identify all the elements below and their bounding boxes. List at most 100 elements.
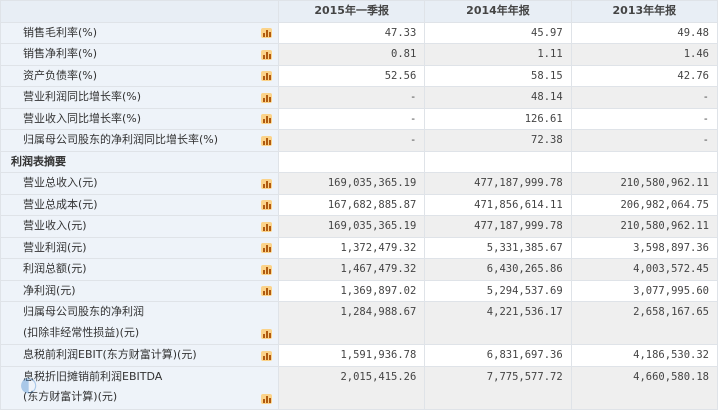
value-cell: 169,035,365.19 bbox=[277, 215, 426, 238]
bar-chart-icon[interactable] bbox=[261, 329, 272, 339]
bar-chart-icon[interactable] bbox=[261, 286, 272, 296]
table-row: 利润总额(元) 1,467,479.32 6,430,265.86 4,003,572… bbox=[0, 258, 719, 281]
row-label-text-2: (扣除非经常性损益)(元) bbox=[23, 325, 140, 339]
table-row: 息税前利润EBIT(东方财富计算)(元) 1,591,936.78 6,831,69… bbox=[0, 344, 719, 367]
bar-chart-icon[interactable] bbox=[261, 92, 272, 103]
section-row: 利润表摘要 bbox=[0, 150, 719, 173]
table-row: 资产负债率(%) 52.56 58.15 42.76 bbox=[0, 64, 719, 87]
value-cell: 6,831,697.36 bbox=[424, 344, 572, 367]
value-cell: 42.76 bbox=[570, 64, 719, 87]
value-cell: - bbox=[570, 107, 719, 130]
row-label: 利润总额(元) bbox=[0, 258, 279, 281]
bar-chart-icon[interactable] bbox=[261, 221, 272, 232]
row-label-text: 营业收入同比增长率(%) bbox=[23, 111, 142, 125]
row-label-text: 归属母公司股东的净利润同比增长率(%) bbox=[23, 133, 219, 146]
table-row: 营业收入同比增长率(%) -126.61- bbox=[0, 107, 719, 130]
value-cell: 4,221,536.17 bbox=[424, 301, 572, 345]
value-cell: 1.46 bbox=[570, 43, 719, 66]
row-label-text: 营业收入(元) bbox=[23, 219, 87, 232]
row-label: 营业总收入(元) bbox=[0, 172, 279, 195]
row-label-text: 净利润(元) bbox=[23, 283, 76, 297]
row-label-text: 资产负债率(%) bbox=[23, 68, 98, 82]
row-label: 归属母公司股东的净利润同比增长率(%) bbox=[0, 129, 279, 152]
value-cell: - bbox=[570, 86, 719, 109]
value-cell: 206,982,064.75 bbox=[570, 193, 719, 216]
bar-chart-icon[interactable] bbox=[261, 393, 272, 404]
value-cell: 169,035,365.19 bbox=[277, 172, 426, 195]
header-col: 2014年年报 bbox=[424, 0, 572, 23]
row-label-text-2: (东方财富计算)(元) bbox=[23, 390, 118, 403]
bar-chart-icon[interactable] bbox=[261, 264, 272, 275]
row-label: 归属母公司股东的净利润 (扣除非经常性损益)(元) bbox=[0, 301, 279, 345]
value-cell: 5,331,385.67 bbox=[424, 236, 572, 259]
row-label-text: 销售净利率(%) bbox=[23, 47, 98, 60]
bar-chart-icon[interactable] bbox=[261, 28, 272, 38]
bar-chart-icon[interactable] bbox=[261, 178, 272, 189]
value-cell: 7,775,577.72 bbox=[424, 365, 572, 410]
value-cell: - bbox=[277, 129, 426, 152]
row-label-text: 营业利润同比增长率(%) bbox=[23, 90, 142, 103]
row-label: 销售净利率(%) bbox=[0, 43, 279, 66]
bar-chart-icon[interactable] bbox=[261, 135, 272, 146]
value-cell: 3,598,897.36 bbox=[570, 236, 719, 259]
table-row: 营业收入(元) 169,035,365.19 477,187,999.78 210,5… bbox=[0, 215, 719, 238]
bar-chart-icon[interactable] bbox=[261, 200, 272, 210]
value-cell: 3,077,995.60 bbox=[570, 279, 719, 302]
value-cell: 52.56 bbox=[277, 64, 426, 87]
value-cell: - bbox=[570, 129, 719, 152]
table-row: 净利润(元) 1,369,897.02 5,294,537.69 3,077,995.… bbox=[0, 279, 719, 302]
row-label-text: 利润总额(元) bbox=[23, 262, 87, 275]
value-cell: 2,658,167.65 bbox=[570, 301, 719, 345]
value-cell: 0.81 bbox=[277, 43, 426, 66]
table-row: 营业总收入(元) 169,035,365.19 477,187,999.78 210,… bbox=[0, 172, 719, 195]
header-row: 2015年一季报 2014年年报 2013年年报 bbox=[0, 0, 719, 23]
bar-chart-icon[interactable] bbox=[261, 350, 272, 361]
table-row: 营业利润同比增长率(%) -48.14- bbox=[0, 86, 719, 109]
value-cell: 1,369,897.02 bbox=[277, 279, 426, 302]
row-label: 营业收入(元) bbox=[0, 215, 279, 238]
table-row: 息税折旧摊销前利润EBITDA (东方财富计算)(元) 2,015,415.26 7,… bbox=[0, 365, 719, 410]
table-row: 营业总成本(元) 167,682,885.87 471,856,614.11 206,… bbox=[0, 193, 719, 216]
bar-chart-icon[interactable] bbox=[261, 49, 272, 60]
value-cell: 126.61 bbox=[424, 107, 572, 130]
value-cell: - bbox=[277, 86, 426, 109]
bar-chart-icon[interactable] bbox=[261, 114, 272, 124]
table-row: 营业利润(元) 1,372,479.32 5,331,385.67 3,598,897… bbox=[0, 236, 719, 259]
row-label: 息税前利润EBIT(东方财富计算)(元) bbox=[0, 344, 279, 367]
value-cell: 4,660,580.18 bbox=[570, 365, 719, 410]
value-cell: 45.97 bbox=[424, 21, 572, 44]
header-label bbox=[0, 0, 279, 23]
section-title: 利润表摘要 bbox=[0, 150, 279, 173]
value-cell: 6,430,265.86 bbox=[424, 258, 572, 281]
value-cell: 2,015,415.26 bbox=[277, 365, 426, 410]
value-cell: 47.33 bbox=[277, 21, 426, 44]
bar-chart-icon[interactable] bbox=[261, 71, 272, 81]
table-row: 归属母公司股东的净利润同比增长率(%) -72.38- bbox=[0, 129, 719, 152]
bar-chart-icon[interactable] bbox=[261, 243, 272, 253]
value-cell: 471,856,614.11 bbox=[424, 193, 572, 216]
row-label-text: 归属母公司股东的净利润 bbox=[23, 305, 144, 318]
value-cell: 210,580,962.11 bbox=[570, 215, 719, 238]
value-cell: 49.48 bbox=[570, 21, 719, 44]
value-cell: - bbox=[277, 107, 426, 130]
row-label: 净利润(元) bbox=[0, 279, 279, 302]
row-label-text: 营业总成本(元) bbox=[23, 197, 98, 211]
value-cell: 210,580,962.11 bbox=[570, 172, 719, 195]
value-cell: 477,187,999.78 bbox=[424, 172, 572, 195]
row-label-text: 销售毛利率(%) bbox=[23, 25, 98, 39]
value-cell: 72.38 bbox=[424, 129, 572, 152]
row-label: 营业利润同比增长率(%) bbox=[0, 86, 279, 109]
header-col: 2015年一季报 bbox=[277, 0, 426, 23]
value-cell: 1,591,936.78 bbox=[277, 344, 426, 367]
table-row: 归属母公司股东的净利润 (扣除非经常性损益)(元) 1,284,988.67 4,22… bbox=[0, 301, 719, 345]
row-label-text: 息税折旧摊销前利润EBITDA bbox=[23, 369, 163, 383]
value-cell: 4,186,530.32 bbox=[570, 344, 719, 367]
header-col: 2013年年报 bbox=[570, 0, 719, 23]
table-row: 销售毛利率(%) 47.33 45.97 49.48 bbox=[0, 21, 719, 44]
row-label: 营业总成本(元) bbox=[0, 193, 279, 216]
row-label: 息税折旧摊销前利润EBITDA (东方财富计算)(元) bbox=[0, 365, 279, 410]
row-label: 销售毛利率(%) bbox=[0, 21, 279, 44]
value-cell: 1.11 bbox=[424, 43, 572, 66]
value-cell: 1,372,479.32 bbox=[277, 236, 426, 259]
row-label-text: 营业利润(元) bbox=[23, 240, 87, 254]
